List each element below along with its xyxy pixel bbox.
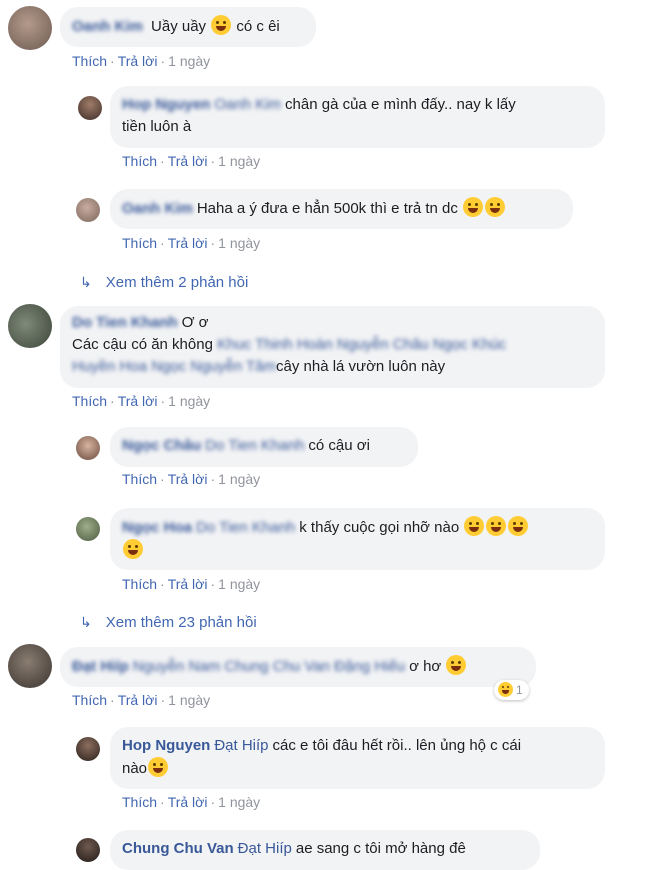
reply-bubble: Chung Chu Van Đạt Hiíp ae sang c tôi mở hà…	[110, 830, 540, 870]
avatar[interactable]	[76, 436, 100, 460]
laughing-emoji-icon	[498, 682, 513, 697]
comment-text: Uầy uầy	[151, 18, 207, 35]
comment-text: ơ hơ	[409, 658, 442, 675]
commenter-name[interactable]: Ngọc Châu	[122, 437, 201, 454]
timestamp[interactable]: 1 ngày	[218, 576, 260, 592]
smiling-emoji-icon	[508, 516, 529, 536]
reply-bubble: Ngọc Châu Do Tien Khanh có cậu ơi	[110, 427, 418, 467]
reply-arrow-icon: ↳	[80, 274, 92, 290]
avatar[interactable]	[76, 517, 100, 541]
timestamp[interactable]: 1 ngày	[168, 393, 210, 409]
smiling-emoji-icon	[486, 516, 507, 536]
reply-link[interactable]: Trả lời	[168, 576, 208, 592]
timestamp[interactable]: 1 ngày	[218, 153, 260, 169]
laughing-emoji-icon	[485, 197, 506, 217]
comment-text: Ơ ơ	[181, 314, 209, 331]
smiling-emoji-icon	[464, 516, 485, 536]
smiling-emoji-icon	[123, 539, 143, 559]
like-link[interactable]: Thích	[72, 692, 107, 708]
reply-link[interactable]: Trả lời	[118, 692, 158, 708]
reply-link[interactable]: Trả lời	[168, 471, 208, 487]
avatar[interactable]	[8, 304, 52, 348]
grinning-emoji-icon	[446, 655, 467, 675]
comment-text: cây nhà lá vườn luôn này	[276, 358, 446, 375]
like-link[interactable]: Thích	[122, 576, 157, 592]
comment-text: chân gà của e mình đấy.. nay k lấy	[285, 96, 516, 113]
avatar[interactable]	[76, 838, 100, 862]
commenter-name[interactable]: Oanh Kim	[122, 200, 193, 217]
comment-bubble: Đạt Hiíp Nguyễn Nam Chung Chu Van Đặng Hi…	[60, 647, 536, 687]
reply-arrow-icon: ↳	[80, 614, 92, 630]
timestamp[interactable]: 1 ngày	[218, 794, 260, 810]
comment-text: các e tôi đâu hết rồi.. lên ủng hộ c cái	[272, 737, 522, 754]
comment-actions: Thích · Trả lời · 1 ngày	[122, 576, 261, 592]
reply-link[interactable]: Trả lời	[168, 153, 208, 169]
commenter-name[interactable]: Ngọc Hoa	[122, 519, 192, 536]
like-link[interactable]: Thích	[122, 794, 157, 810]
reply-bubble: Hop Nguyen Đạt Hiíp các e tôi đâu hết rồi.…	[110, 727, 605, 789]
laughing-emoji-icon	[211, 15, 232, 35]
comment-text: Các cậu có ăn không	[72, 336, 213, 353]
comment-bubble: Do Tien Khanh Ơ ơ Các cậu có ăn không Khu…	[60, 306, 605, 388]
mention-tag[interactable]: Khuc Thinh Hoàn Nguyễn Châu Ngọc Khúc	[217, 336, 506, 353]
reply-link[interactable]: Trả lời	[168, 794, 208, 810]
commenter-name[interactable]: Hop Nguyen	[122, 96, 210, 113]
reply-bubble: Oanh Kim Haha a ý đưa e hẳn 500k thì e tr…	[110, 189, 573, 229]
mention-tag[interactable]: Nguyễn Nam Chung Chu Van Đặng Hiếu	[133, 658, 405, 675]
comment-text: k thấy cuộc gọi nhỡ nào	[299, 519, 460, 536]
like-link[interactable]: Thích	[72, 53, 107, 69]
reply-bubble: Hop Nguyen Oanh Kim chân gà của e mình đấy…	[110, 86, 605, 148]
view-more-replies-link[interactable]: ↳ Xem thêm 23 phản hồi	[80, 614, 257, 631]
comment-bubble: Oanh Kim Uầy uầy có c êi	[60, 7, 316, 47]
reply-bubble: Ngọc Hoa Do Tien Khanh k thấy cuộc gọi nhỡ…	[110, 508, 605, 570]
comment-text: nào	[122, 760, 148, 777]
comment-text: tiền luôn à	[122, 118, 192, 135]
like-link[interactable]: Thích	[122, 471, 157, 487]
like-link[interactable]: Thích	[72, 393, 107, 409]
comment-actions: Thích · Trả lời · 1 ngày	[122, 235, 261, 251]
comment-actions: Thích · Trả lời · 1 ngày	[122, 471, 261, 487]
commenter-name[interactable]: Oanh Kim	[72, 18, 143, 35]
mention-tag[interactable]: Huyền Hoa Ngọc Nguyễn Tâm	[72, 358, 276, 375]
avatar[interactable]	[78, 96, 102, 120]
laughing-emoji-icon	[148, 757, 169, 777]
timestamp[interactable]: 1 ngày	[218, 471, 260, 487]
timestamp[interactable]: 1 ngày	[168, 692, 210, 708]
comment-actions: Thích · Trả lời · 1 ngày	[72, 393, 211, 409]
comment-actions: Thích · Trả lời · 1 ngày	[122, 794, 261, 810]
reaction-count[interactable]: 1	[494, 680, 529, 700]
view-more-replies-link[interactable]: ↳ Xem thêm 2 phản hồi	[80, 274, 248, 291]
comment-actions: Thích · Trả lời · 1 ngày	[72, 692, 211, 708]
reply-link[interactable]: Trả lời	[118, 53, 158, 69]
mention-tag[interactable]: Do Tien Khanh	[196, 519, 295, 536]
comment-text: có cậu ơi	[308, 437, 370, 454]
avatar[interactable]	[76, 737, 100, 761]
laughing-emoji-icon	[463, 197, 484, 217]
mention-tag[interactable]: Đạt Hiíp	[238, 840, 292, 857]
commenter-name[interactable]: Do Tien Khanh	[72, 314, 178, 331]
comment-text: có c êi	[236, 18, 280, 35]
timestamp[interactable]: 1 ngày	[218, 235, 260, 251]
avatar[interactable]	[8, 644, 52, 688]
mention-tag[interactable]: Do Tien Khanh	[205, 437, 304, 454]
timestamp[interactable]: 1 ngày	[168, 53, 210, 69]
commenter-name[interactable]: Đạt Hiíp	[72, 658, 129, 675]
mention-tag[interactable]: Đạt Hiíp	[214, 737, 268, 754]
commenter-name[interactable]: Hop Nguyen	[122, 737, 210, 754]
comment-actions: Thích · Trả lời · 1 ngày	[72, 53, 211, 69]
like-link[interactable]: Thích	[122, 235, 157, 251]
comment-actions: Thích · Trả lời · 1 ngày	[122, 153, 261, 169]
avatar[interactable]	[8, 6, 52, 50]
comment-text: ae sang c tôi mở hàng đê	[295, 840, 466, 857]
reply-link[interactable]: Trả lời	[168, 235, 208, 251]
commenter-name[interactable]: Chung Chu Van	[122, 840, 234, 857]
avatar[interactable]	[76, 198, 100, 222]
comment-text: Haha a ý đưa e hẳn 500k thì e trả tn dc	[196, 200, 458, 217]
like-link[interactable]: Thích	[122, 153, 157, 169]
mention-tag[interactable]: Oanh Kim	[214, 96, 281, 113]
reply-link[interactable]: Trả lời	[118, 393, 158, 409]
